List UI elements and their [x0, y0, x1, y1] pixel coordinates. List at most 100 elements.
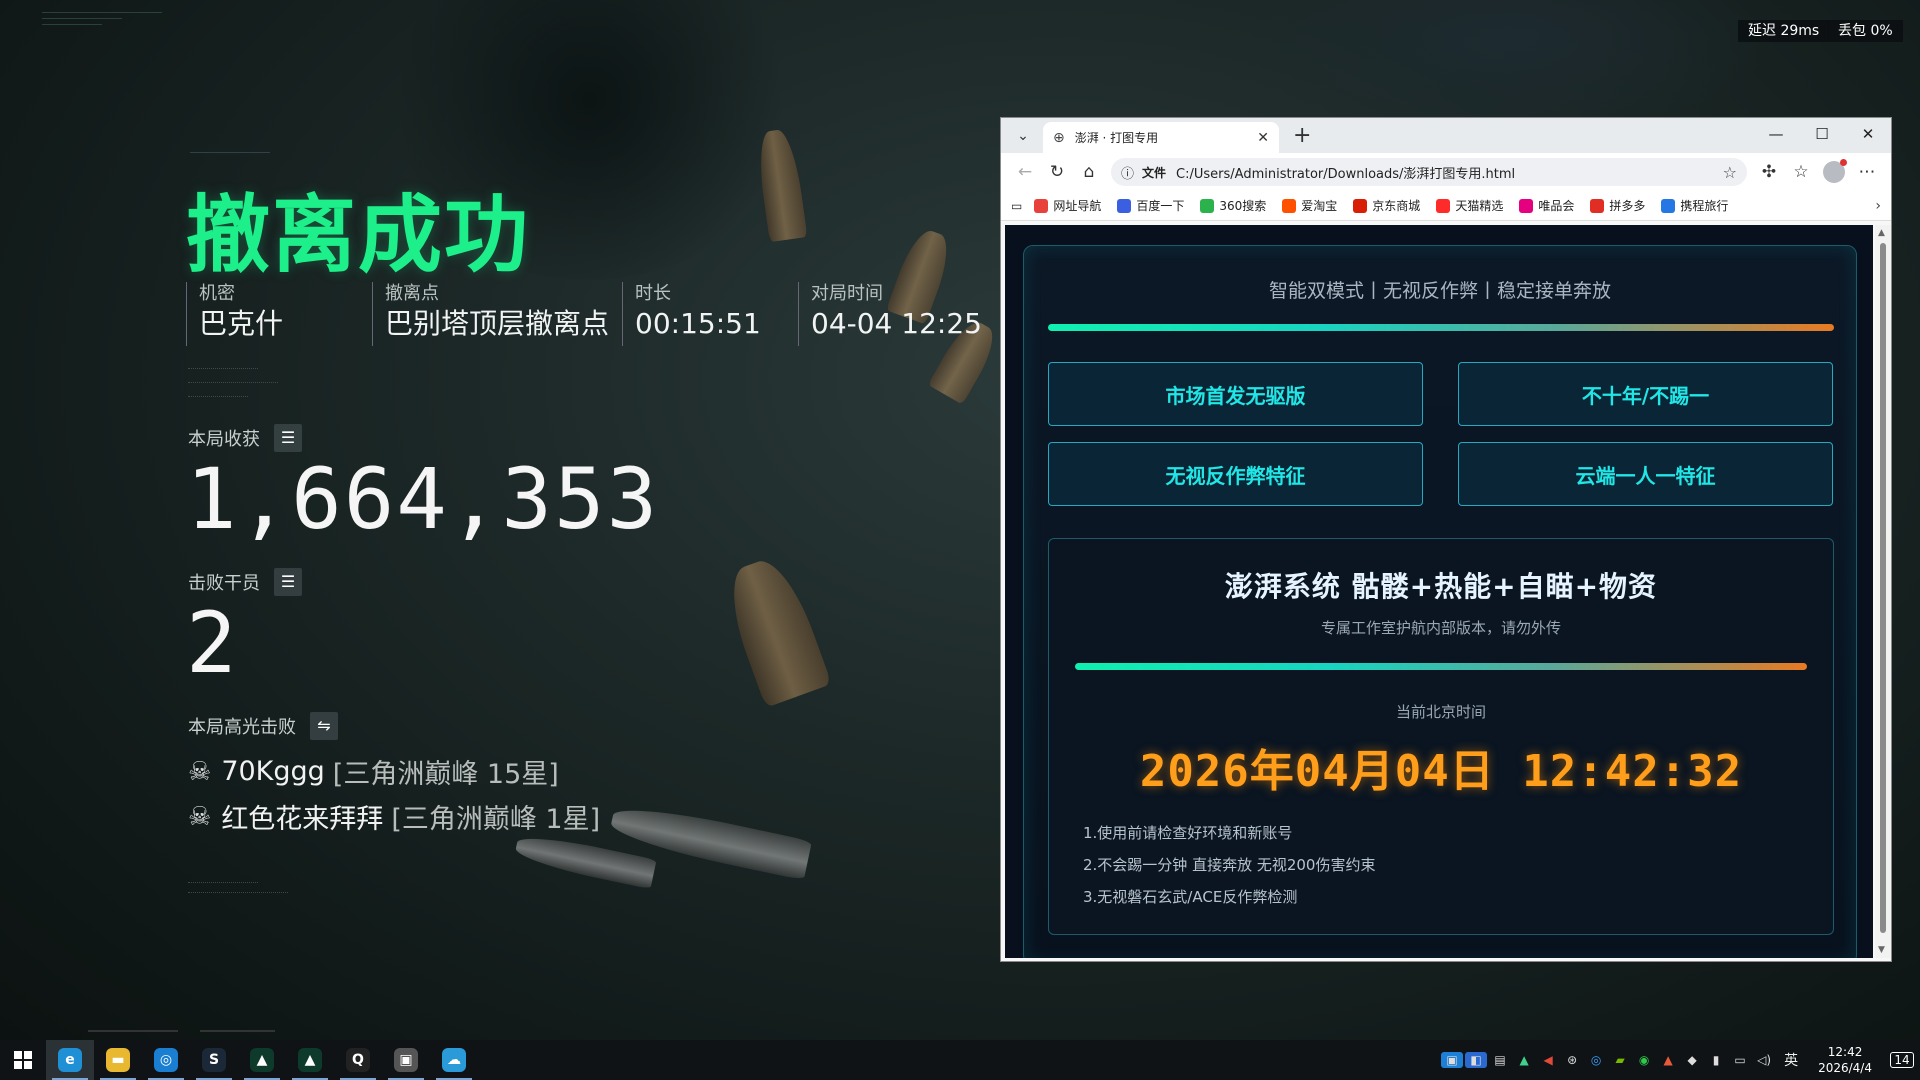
url-text[interactable]: C:/Users/Administrator/Downloads/澎湃打图专用.…	[1176, 163, 1723, 182]
extensions-icon[interactable]: ✣	[1753, 162, 1785, 182]
taskbar-apps: e ▬ ◎ S ▲ ▲ Q ▣ ☁	[46, 1040, 478, 1080]
tray-browser-icon[interactable]: ◎	[1585, 1052, 1607, 1068]
info-match-time: 对局时间 04-04 12:25	[798, 282, 994, 346]
scrollbar-thumb[interactable]	[1880, 243, 1886, 933]
tray-app-icon[interactable]: ▣	[1441, 1052, 1464, 1068]
favorite-item[interactable]: 网址导航	[1034, 197, 1101, 214]
hud-decoration	[88, 1030, 178, 1032]
scroll-down-icon[interactable]: ▼	[1878, 945, 1885, 955]
volume-icon[interactable]: ◁)	[1753, 1052, 1775, 1068]
info-icon[interactable]: ⓘ	[1121, 163, 1134, 182]
tray-game-icon[interactable]: ▲	[1513, 1052, 1535, 1068]
tab-list-button[interactable]: ⌄	[1009, 122, 1037, 150]
chevron-right-icon[interactable]: ›	[1875, 198, 1881, 214]
feature-button[interactable]: 无视反作弊特征	[1048, 442, 1423, 506]
taskbar-app-tool-gray[interactable]: ▣	[382, 1040, 430, 1080]
profile-avatar[interactable]	[1823, 159, 1847, 183]
system-info-box: 澎湃系统 骷髅+热能+自瞄+物资 专属工作室护航内部版本，请勿外传 当前北京时间…	[1048, 538, 1834, 935]
highlight-toggle-button[interactable]: ⇋	[310, 712, 338, 740]
hud-decoration	[188, 382, 278, 385]
system-subtitle: 专属工作室护航内部版本，请勿外传	[1320, 619, 1561, 637]
new-tab-button[interactable]: +	[1293, 123, 1311, 149]
favorite-item[interactable]: 京东商城	[1353, 197, 1420, 214]
favorite-item[interactable]: 爱淘宝	[1282, 197, 1337, 214]
gradient-bar	[1048, 324, 1834, 331]
favorite-item[interactable]: 携程旅行	[1661, 197, 1728, 214]
info-mode: 机密 巴克什	[186, 282, 362, 346]
web-page: 智能双模式丨无视反作弊丨稳定接单奔放 市场首发无驱版 不十年/不踢一 无视反作弊…	[1005, 225, 1873, 958]
browser-blue-icon: ◎	[154, 1048, 178, 1072]
favorite-item[interactable]: 唯品会	[1519, 197, 1574, 214]
favorite-site-icon	[1200, 198, 1215, 213]
beijing-clock: 2026年04月04日 12:42:32	[1139, 746, 1743, 797]
tab-title: 澎湃 · 打图专用	[1074, 131, 1159, 145]
taskbar-app-explorer[interactable]: ▬	[94, 1040, 142, 1080]
network-icon[interactable]: ▭	[1729, 1052, 1751, 1068]
explorer-icon: ▬	[106, 1048, 130, 1072]
back-button[interactable]: ←	[1009, 162, 1041, 182]
info-value: 巴别塔顶层撤离点	[385, 307, 610, 340]
browser-window: ⌄ ⊕ 澎湃 · 打图专用 ✕ + — ☐ ✕ ← ↻ ⌂ ⓘ 文件 C:/Us…	[1000, 117, 1892, 962]
more-menu-icon[interactable]: ⋯	[1851, 162, 1883, 182]
feature-button[interactable]: 不十年/不踢一	[1458, 362, 1833, 426]
favorite-label: 百度一下	[1136, 199, 1185, 213]
maximize-button[interactable]: ☐	[1799, 118, 1845, 150]
kills-list-button[interactable]: ☰	[274, 568, 302, 596]
highlight-label: 本局高光击败	[188, 717, 296, 738]
taskbar-app-edge[interactable]: e	[46, 1040, 94, 1080]
tab-bar: ⌄ ⊕ 澎湃 · 打图专用 ✕ + — ☐ ✕	[1001, 118, 1891, 153]
minimize-button[interactable]: —	[1753, 118, 1799, 150]
close-window-button[interactable]: ✕	[1845, 118, 1891, 150]
favorites-icon[interactable]: ☆	[1785, 162, 1817, 182]
tray-app-icon[interactable]: ◆	[1681, 1052, 1703, 1068]
start-button[interactable]	[0, 1040, 46, 1080]
info-label: 时长	[635, 283, 671, 304]
tray-steam-icon[interactable]: ⊛	[1561, 1052, 1583, 1068]
taskbar-app-game-green-1[interactable]: ▲	[238, 1040, 286, 1080]
taskbar-app-cloud-app[interactable]: ☁	[430, 1040, 478, 1080]
background-bullet	[718, 552, 832, 708]
tray-nvidia-icon[interactable]: ▰	[1609, 1052, 1631, 1068]
tray-app-icon[interactable]: ◧	[1465, 1052, 1488, 1068]
favorite-site-icon	[1117, 198, 1132, 213]
taskbar-app-browser-blue[interactable]: ◎	[142, 1040, 190, 1080]
taskbar-app-qq[interactable]: Q	[334, 1040, 382, 1080]
favorite-item[interactable]: 百度一下	[1117, 197, 1184, 214]
favorite-item[interactable]: 360搜索	[1200, 197, 1266, 214]
microphone-icon[interactable]: ▮	[1705, 1052, 1727, 1068]
game-green-2-icon: ▲	[298, 1048, 322, 1072]
tray-speaker-app-icon[interactable]: ◀	[1537, 1052, 1559, 1068]
favorite-label: 拼多多	[1609, 199, 1646, 213]
packet-loss-readout: 丢包 0%	[1828, 20, 1903, 42]
refresh-button[interactable]: ↻	[1041, 162, 1073, 182]
feature-button[interactable]: 云端一人一特征	[1458, 442, 1833, 506]
favorite-star-icon[interactable]: ☆	[1723, 163, 1737, 182]
taskbar-app-steam[interactable]: S	[190, 1040, 238, 1080]
taskbar-app-game-green-2[interactable]: ▲	[286, 1040, 334, 1080]
favorite-item[interactable]: 拼多多	[1590, 197, 1645, 214]
tray-app-icon[interactable]: ▲	[1657, 1052, 1679, 1068]
home-button[interactable]: ⌂	[1073, 162, 1105, 182]
feature-button[interactable]: 市场首发无驱版	[1048, 362, 1423, 426]
info-label: 对局时间	[811, 283, 883, 304]
loot-section: 本局收获 ☰	[188, 424, 302, 452]
extraction-success-title: 撤离成功	[186, 186, 531, 284]
tray-app-icon[interactable]: ▤	[1489, 1052, 1511, 1068]
favorites-toggle-icon[interactable]: ▭	[1011, 199, 1022, 213]
close-tab-icon[interactable]: ✕	[1257, 130, 1269, 146]
info-exit: 撤离点 巴别塔顶层撤离点	[372, 282, 612, 346]
scroll-up-icon[interactable]: ▲	[1878, 228, 1885, 238]
tab-active[interactable]: ⊕ 澎湃 · 打图专用 ✕	[1043, 122, 1279, 153]
tray-wechat-icon[interactable]: ◉	[1633, 1052, 1655, 1068]
taskbar: e ▬ ◎ S ▲ ▲ Q ▣ ☁ ▣ ◧ ▤ ▲ ◀ ⊛ ◎ ▰ ◉ ▲ ◆ ▮ ▭ ◁) 英…	[0, 1040, 1920, 1080]
taskbar-clock[interactable]: 12:42 2026/4/4	[1818, 1044, 1872, 1076]
loot-list-button[interactable]: ☰	[274, 424, 302, 452]
favorite-item[interactable]: 天猫精选	[1436, 197, 1503, 214]
address-field[interactable]: ⓘ 文件 C:/Users/Administrator/Downloads/澎湃…	[1111, 158, 1747, 186]
page-scrollbar[interactable]: ▲ ▼	[1875, 225, 1891, 958]
loot-value: 1,664,353	[186, 450, 660, 548]
notification-center-button[interactable]: 14	[1884, 1040, 1920, 1080]
hud-decoration	[188, 368, 258, 371]
input-language-indicator[interactable]: 英	[1784, 1050, 1798, 1070]
info-label: 撤离点	[385, 283, 439, 304]
